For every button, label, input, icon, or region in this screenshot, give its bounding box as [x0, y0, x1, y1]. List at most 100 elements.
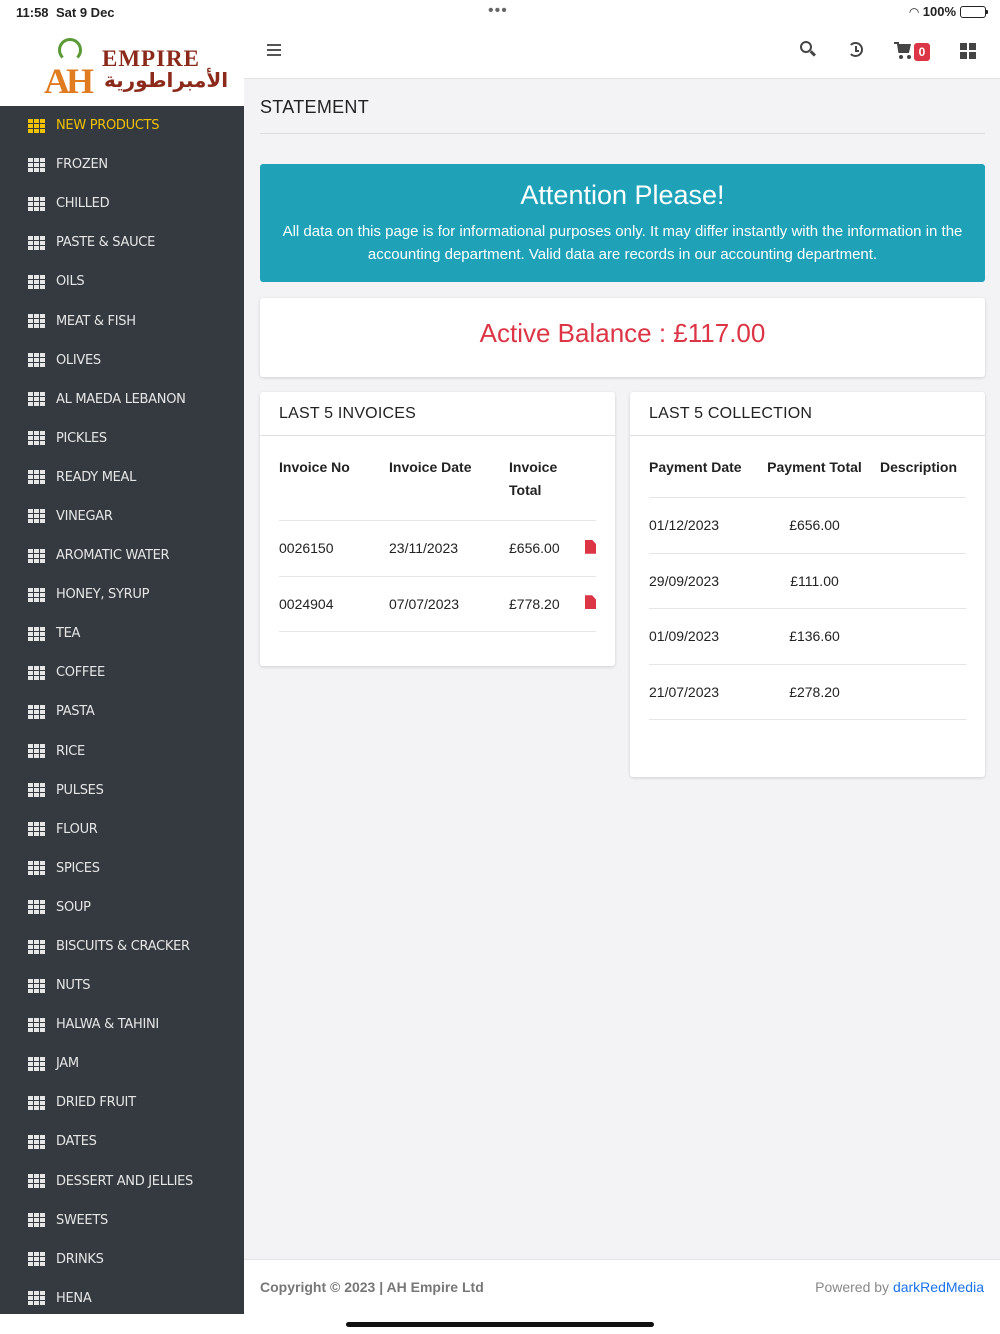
- sidebar-item-hena[interactable]: HENA: [0, 1279, 244, 1314]
- sidebar-item-halwa-tahini[interactable]: HALWA & TAHINI: [0, 1005, 244, 1044]
- footer: Copyright © 2023 | AH Empire Ltd Powered…: [244, 1259, 1000, 1314]
- grid-icon: [28, 626, 45, 641]
- sidebar-item-dates[interactable]: DATES: [0, 1122, 244, 1161]
- sidebar-item-meat-fish[interactable]: MEAT & FISH: [0, 301, 244, 340]
- grid-icon: [28, 470, 45, 485]
- sidebar-item-honey-syrup[interactable]: HONEY, SYRUP: [0, 575, 244, 614]
- active-balance: Active Balance : £117.00: [479, 318, 766, 348]
- status-date: Sat 9 Dec: [56, 5, 115, 20]
- sidebar-item-label: HALWA & TAHINI: [56, 1017, 159, 1033]
- collections-card: LAST 5 COLLECTION Payment Date Payment T…: [630, 392, 985, 777]
- sidebar-item-vinegar[interactable]: VINEGAR: [0, 497, 244, 536]
- sidebar-item-label: DESSERT AND JELLIES: [56, 1173, 193, 1189]
- table-row: 01/12/2023 £656.00: [649, 497, 966, 554]
- grid-icon: [28, 1174, 45, 1189]
- sidebar-item-chilled[interactable]: CHILLED: [0, 184, 244, 223]
- top-bar: 0: [244, 24, 1000, 79]
- multitask-dots-icon[interactable]: •••: [488, 2, 508, 20]
- sidebar-item-dessert-and-jellies[interactable]: DESSERT AND JELLIES: [0, 1162, 244, 1201]
- powered-by: Powered by darkRedMedia: [815, 1279, 984, 1295]
- sidebar-item-sweets[interactable]: SWEETS: [0, 1201, 244, 1240]
- pdf-icon[interactable]: [585, 539, 596, 554]
- invoice-date: 07/07/2023: [389, 576, 509, 632]
- grid-icon: [28, 314, 45, 329]
- sidebar-item-label: PICKLES: [56, 430, 107, 446]
- table-row: 29/09/2023 £111.00: [649, 553, 966, 609]
- sidebar-item-label: OLIVES: [56, 352, 101, 368]
- invoices-table: Invoice No Invoice Date Invoice Total 00…: [279, 436, 596, 632]
- sidebar-item-label: PULSES: [56, 782, 104, 798]
- search-icon[interactable]: [800, 41, 817, 58]
- sidebar-item-label: NEW PRODUCTS: [56, 118, 160, 134]
- home-indicator[interactable]: [346, 1322, 654, 1327]
- menu-icon[interactable]: [267, 44, 281, 56]
- sidebar-item-flour[interactable]: FLOUR: [0, 810, 244, 849]
- sidebar-item-olives[interactable]: OLIVES: [0, 341, 244, 380]
- table-row: 0026150 23/11/2023 £656.00: [279, 520, 596, 577]
- sidebar-item-label: RICE: [56, 743, 85, 759]
- sidebar-item-pulses[interactable]: PULSES: [0, 771, 244, 810]
- sidebar-item-jam[interactable]: JAM: [0, 1044, 244, 1083]
- sidebar-item-label: SPICES: [56, 860, 100, 876]
- column-header: Description: [870, 436, 966, 498]
- alert-message: All data on this page is for information…: [282, 223, 963, 263]
- sidebar-item-aromatic-water[interactable]: AROMATIC WATER: [0, 536, 244, 575]
- column-header-blank: [577, 436, 596, 521]
- logo[interactable]: AH EMPIRE الأمبراطورية: [0, 24, 244, 106]
- sidebar-item-biscuits-cracker[interactable]: BISCUITS & CRACKER: [0, 927, 244, 966]
- collection-total: £111.00: [759, 553, 870, 609]
- sidebar-item-paste-sauce[interactable]: PASTE & SAUCE: [0, 223, 244, 262]
- sidebar-item-spices[interactable]: SPICES: [0, 849, 244, 888]
- table-row: 01/09/2023 £136.60: [649, 608, 966, 665]
- status-right: ◠ 100%: [910, 4, 988, 19]
- sidebar-item-frozen[interactable]: FROZEN: [0, 145, 244, 184]
- grid-icon: [28, 1095, 45, 1110]
- sidebar-item-oils[interactable]: OILS: [0, 262, 244, 301]
- grid-icon: [28, 274, 45, 289]
- grid-icon: [28, 665, 45, 680]
- grid-icon: [28, 1213, 45, 1228]
- sidebar-item-ready-meal[interactable]: READY MEAL: [0, 458, 244, 497]
- sidebar-item-nuts[interactable]: NUTS: [0, 966, 244, 1005]
- grid-icon: [28, 978, 45, 993]
- column-header: Invoice No: [279, 436, 389, 521]
- sidebar-item-al-maeda-lebanon[interactable]: AL MAEDA LEBANON: [0, 380, 244, 419]
- sidebar-item-pickles[interactable]: PICKLES: [0, 419, 244, 458]
- sidebar-item-label: AROMATIC WATER: [56, 548, 170, 564]
- sidebar-item-new-products[interactable]: NEW PRODUCTS: [0, 106, 244, 145]
- sidebar-item-label: OILS: [56, 274, 85, 290]
- sidebar-item-rice[interactable]: RICE: [0, 732, 244, 771]
- cart-count-badge[interactable]: 0: [914, 43, 930, 61]
- logo-arabic: الأمبراطورية: [104, 68, 229, 92]
- sidebar-item-label: PASTA: [56, 704, 95, 720]
- copyright-text: Copyright © 2023 | AH Empire Ltd: [260, 1279, 484, 1295]
- alert-title: Attention Please!: [520, 180, 725, 210]
- sidebar-item-drinks[interactable]: DRINKS: [0, 1240, 244, 1279]
- sidebar-item-label: HENA: [56, 1290, 92, 1306]
- grid-icon: [28, 744, 45, 759]
- pdf-icon[interactable]: [585, 595, 596, 610]
- powered-by-link[interactable]: darkRedMedia: [893, 1279, 984, 1295]
- collection-total: £136.60: [759, 608, 870, 665]
- cart-icon[interactable]: [894, 42, 916, 60]
- invoice-total: £778.20: [509, 576, 577, 632]
- sidebar-item-soup[interactable]: SOUP: [0, 888, 244, 927]
- sidebar-item-coffee[interactable]: COFFEE: [0, 653, 244, 692]
- column-header: Payment Date: [649, 436, 759, 498]
- grid-icon: [28, 861, 45, 876]
- sidebar-item-label: SWEETS: [56, 1212, 108, 1228]
- grid-icon: [28, 900, 45, 915]
- history-icon[interactable]: [847, 41, 865, 59]
- sidebar-item-dried-fruit[interactable]: DRIED FRUIT: [0, 1083, 244, 1122]
- page-title: STATEMENT: [260, 79, 985, 134]
- grid-icon: [28, 822, 45, 837]
- collection-description: [870, 497, 966, 554]
- sidebar-item-label: BISCUITS & CRACKER: [56, 939, 190, 955]
- sidebar-item-label: MEAT & FISH: [56, 313, 136, 329]
- sidebar-item-tea[interactable]: TEA: [0, 614, 244, 653]
- invoice-total: £656.00: [509, 520, 577, 577]
- grid-icon[interactable]: [960, 43, 976, 59]
- main-content: STATEMENT Attention Please! All data on …: [260, 79, 985, 777]
- sidebar-item-pasta[interactable]: PASTA: [0, 692, 244, 731]
- collection-date: 01/09/2023: [649, 608, 759, 665]
